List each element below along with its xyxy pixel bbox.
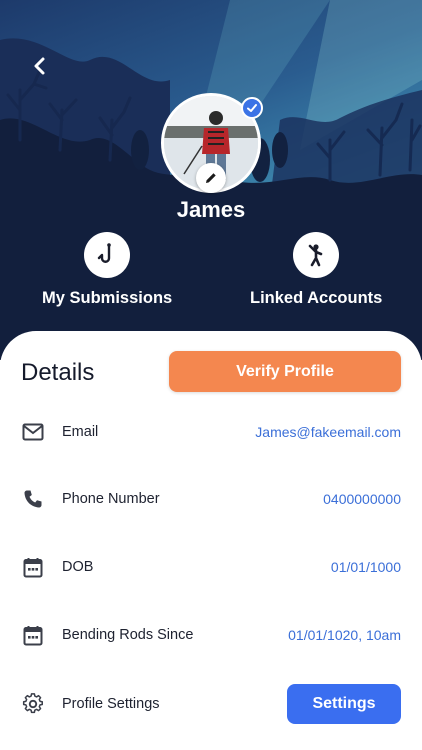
edit-avatar-button[interactable] [196, 163, 226, 193]
detail-row-email: Email James@fakeemail.com [0, 412, 422, 452]
mail-icon [21, 420, 45, 444]
dob-value: 01/01/1000 [330, 559, 401, 575]
back-button[interactable] [26, 52, 54, 80]
phone-icon [21, 487, 45, 511]
linked-accounts-label: Linked Accounts [250, 289, 383, 307]
profile-settings-label: Profile Settings [62, 696, 160, 712]
detail-row-dob: DOB 01/01/1000 [0, 547, 422, 587]
my-submissions-label: My Submissions [42, 289, 173, 307]
email-label: Email [62, 424, 99, 440]
chevron-left-icon [34, 57, 45, 75]
my-submissions-button[interactable]: My Submissions [42, 232, 172, 308]
my-submissions-icon-circle [84, 232, 131, 278]
verify-profile-button[interactable]: Verify Profile [169, 351, 401, 392]
email-value: James@fakeemail.com [255, 424, 401, 440]
calendar-icon [21, 555, 45, 579]
bending-rods-since-value: 01/01/1020, 10am [288, 627, 401, 643]
calendar-icon [21, 623, 45, 647]
person-cheering-icon [308, 244, 323, 267]
check-icon [247, 104, 257, 112]
pencil-icon [206, 173, 216, 183]
detail-row-phone: Phone Number 0400000000 [0, 479, 422, 519]
profile-avatar-container [161, 93, 263, 193]
dob-label: DOB [62, 559, 94, 575]
gear-icon [21, 692, 45, 716]
linked-accounts-icon-circle [293, 232, 340, 278]
linked-accounts-button[interactable]: Linked Accounts [250, 232, 382, 308]
phone-label: Phone Number [62, 491, 160, 507]
verified-badge [241, 97, 263, 119]
details-title: Details [21, 359, 95, 386]
phone-value: 0400000000 [323, 491, 401, 507]
fishing-hook-icon [97, 243, 111, 263]
profile-name: James [176, 197, 246, 222]
bending-rods-since-label: Bending Rods Since [62, 627, 194, 643]
detail-row-bending-rods-since: Bending Rods Since 01/01/1020, 10am [0, 615, 422, 655]
settings-button[interactable]: Settings [287, 684, 401, 724]
